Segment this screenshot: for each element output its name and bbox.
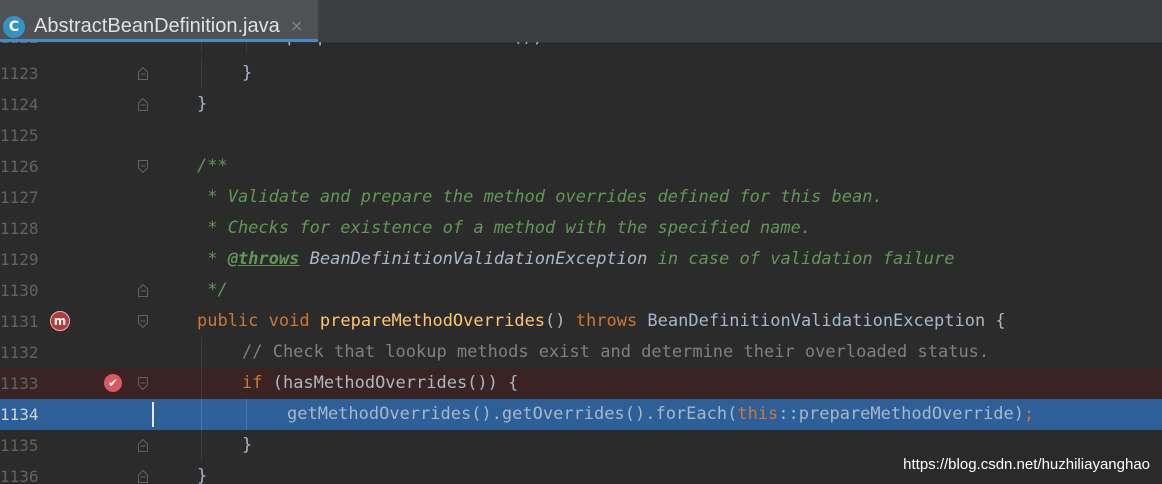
line-number: 1129 bbox=[0, 250, 39, 269]
code-comment: // Check that lookup methods exist and d… bbox=[242, 342, 990, 362]
text-caret bbox=[152, 402, 154, 427]
line-number: 1122 bbox=[0, 42, 60, 53]
code-line[interactable]: 1125 bbox=[0, 120, 1162, 151]
line-number: 1132 bbox=[0, 343, 39, 362]
line-number: 1123 bbox=[0, 64, 39, 83]
current-execution-line[interactable]: 1134 getMethodOverrides().getOverrides()… bbox=[0, 399, 1162, 430]
override-method-icon[interactable]: m bbox=[50, 311, 70, 331]
code-line[interactable]: 1126 /** bbox=[0, 151, 1162, 182]
line-number: 1128 bbox=[0, 219, 39, 238]
code-line[interactable]: 1124 } bbox=[0, 89, 1162, 120]
fold-end-icon[interactable] bbox=[138, 470, 148, 483]
class-c-icon: C bbox=[3, 16, 25, 38]
line-number: 1130 bbox=[0, 281, 39, 300]
line-number: 1135 bbox=[0, 436, 39, 455]
doc-tag: @throws bbox=[227, 249, 300, 269]
code-line[interactable]: 1129 * @throws BeanDefinitionValidationE… bbox=[0, 244, 1162, 275]
code-line[interactable]: 1131 m public void prepareMethodOverride… bbox=[0, 306, 1162, 337]
code-line[interactable]: 1122 prepareMethodOverrides(); bbox=[0, 42, 1162, 53]
code-text: * Checks for existence of a method with … bbox=[197, 218, 812, 238]
code-text: /** bbox=[197, 156, 228, 176]
line-number: 1124 bbox=[0, 95, 39, 114]
file-tab-title[interactable]: AbstractBeanDefinition.java bbox=[34, 14, 280, 38]
breakpoint-icon[interactable]: ✔ bbox=[104, 374, 122, 392]
fold-end-icon[interactable] bbox=[138, 98, 148, 111]
code-line[interactable]: 1128 * Checks for existence of a method … bbox=[0, 213, 1162, 244]
code-line[interactable]: 1127 * Validate and prepare the method o… bbox=[0, 182, 1162, 213]
code-text: prepareMethodOverrides(); bbox=[287, 42, 543, 53]
file-tab[interactable]: C AbstractBeanDefinition.java × bbox=[0, 0, 318, 42]
code-text: */ bbox=[197, 280, 228, 300]
line-number: 1125 bbox=[0, 126, 39, 145]
code-text: getMethodOverrides().getOverrides().forE… bbox=[287, 404, 1035, 424]
code-text: if (hasMethodOverrides()) { bbox=[242, 373, 519, 393]
editor-tab-bar: C AbstractBeanDefinition.java × bbox=[0, 0, 1162, 43]
fold-end-icon[interactable] bbox=[138, 439, 148, 452]
code-text: } bbox=[197, 466, 208, 484]
code-line[interactable]: 1130 */ bbox=[0, 275, 1162, 306]
code-text: public void prepareMethodOverrides() thr… bbox=[197, 311, 1006, 331]
code-text: * Validate and prepare the method overri… bbox=[197, 187, 883, 207]
close-icon[interactable]: × bbox=[290, 14, 303, 38]
line-number: 1127 bbox=[0, 188, 39, 207]
fold-start-icon[interactable] bbox=[138, 315, 148, 328]
doc-reference: BeanDefinitionValidationException bbox=[309, 249, 648, 269]
code-line[interactable]: 1132 // Check that lookup methods exist … bbox=[0, 337, 1162, 368]
line-number: 1136 bbox=[0, 467, 39, 484]
line-number: 1134 bbox=[0, 405, 39, 424]
code-text: } bbox=[197, 94, 208, 114]
fold-start-icon[interactable] bbox=[138, 377, 148, 390]
fold-end-icon[interactable] bbox=[138, 67, 148, 80]
watermark-text: https://blog.csdn.net/huzhiliayanghao bbox=[901, 456, 1152, 474]
code-text: } bbox=[242, 63, 253, 83]
code-editor[interactable]: 1122 prepareMethodOverrides(); 1123 } 11… bbox=[0, 42, 1162, 484]
fold-end-icon[interactable] bbox=[138, 284, 148, 297]
line-number: 1126 bbox=[0, 157, 39, 176]
breakpoint-line[interactable]: 1133 ✔ if (hasMethodOverrides()) { bbox=[0, 368, 1162, 399]
code-line[interactable]: 1123 } bbox=[0, 58, 1162, 89]
code-text: * @throws BeanDefinitionValidationExcept… bbox=[197, 249, 955, 269]
fold-start-icon[interactable] bbox=[138, 160, 148, 173]
code-text: } bbox=[242, 435, 253, 455]
line-number: 1133 bbox=[0, 374, 39, 393]
